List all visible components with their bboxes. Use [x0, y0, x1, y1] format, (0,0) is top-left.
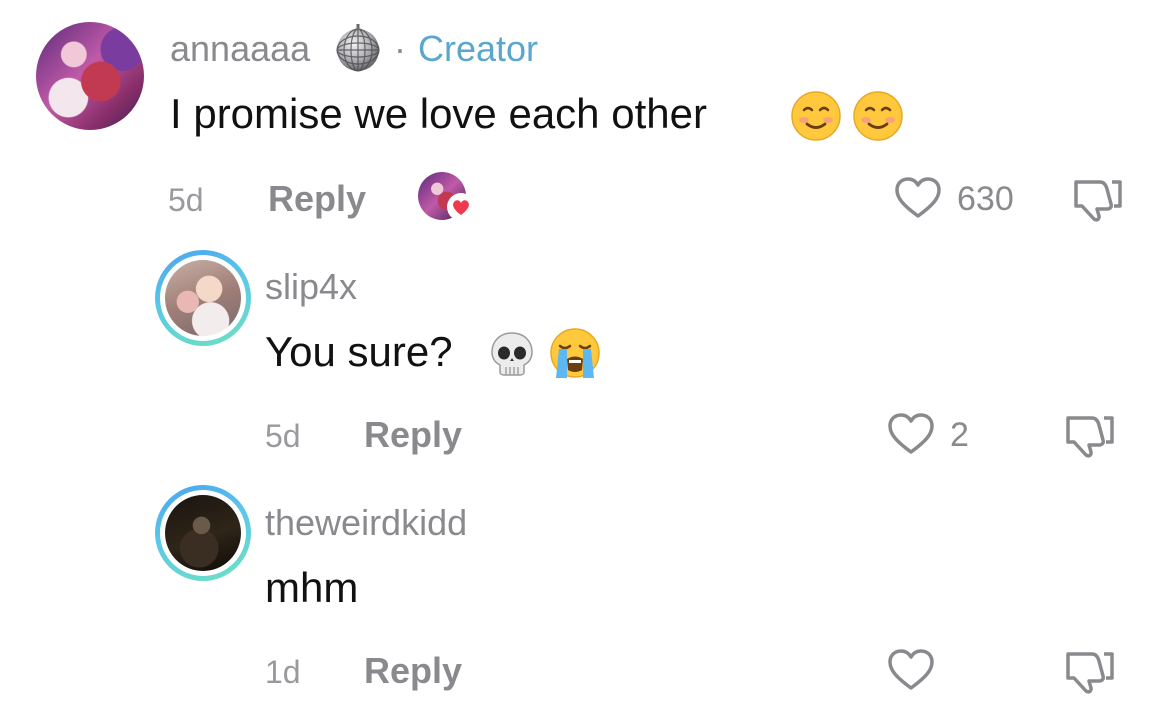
like-heart-icon[interactable]	[886, 411, 936, 457]
comment-timestamp: 5d	[265, 418, 301, 454]
comment-username[interactable]: slip4x	[265, 266, 357, 308]
like-heart-icon[interactable]	[893, 175, 943, 221]
badge-separator: ·	[394, 28, 406, 69]
comment-thread: annaaaa · Creator I promise we love each…	[0, 0, 1170, 715]
comment-text: I promise we love each other	[170, 90, 707, 137]
avatar[interactable]	[155, 250, 251, 346]
skull-icon	[491, 332, 533, 376]
comment-username[interactable]: annaaaa	[170, 28, 310, 70]
comment-timestamp: 1d	[265, 654, 301, 690]
creator-badge: Creator	[418, 28, 539, 69]
avatar[interactable]	[155, 485, 251, 581]
avatar[interactable]	[36, 22, 144, 130]
smiling-face-icon	[791, 91, 841, 141]
reply-button[interactable]: Reply	[364, 414, 462, 456]
reply-button[interactable]: Reply	[268, 178, 366, 220]
creator-liked-badge	[418, 172, 475, 224]
like-count: 2	[950, 416, 969, 454]
comment-username[interactable]: theweirdkidd	[265, 502, 467, 544]
comment-text: mhm	[265, 564, 359, 611]
comment-timestamp: 5d	[168, 182, 204, 218]
heart-icon	[447, 193, 475, 221]
like-heart-icon[interactable]	[886, 647, 936, 693]
like-count: 630	[957, 180, 1014, 218]
dislike-icon[interactable]	[1062, 412, 1118, 458]
disco-ball-icon	[336, 24, 380, 72]
smiling-face-icon	[853, 91, 903, 141]
loudly-crying-face-icon	[550, 328, 600, 378]
dislike-icon[interactable]	[1070, 176, 1126, 222]
reply-button[interactable]: Reply	[364, 650, 462, 692]
dislike-icon[interactable]	[1062, 648, 1118, 694]
comment-text: You sure?	[265, 328, 453, 375]
